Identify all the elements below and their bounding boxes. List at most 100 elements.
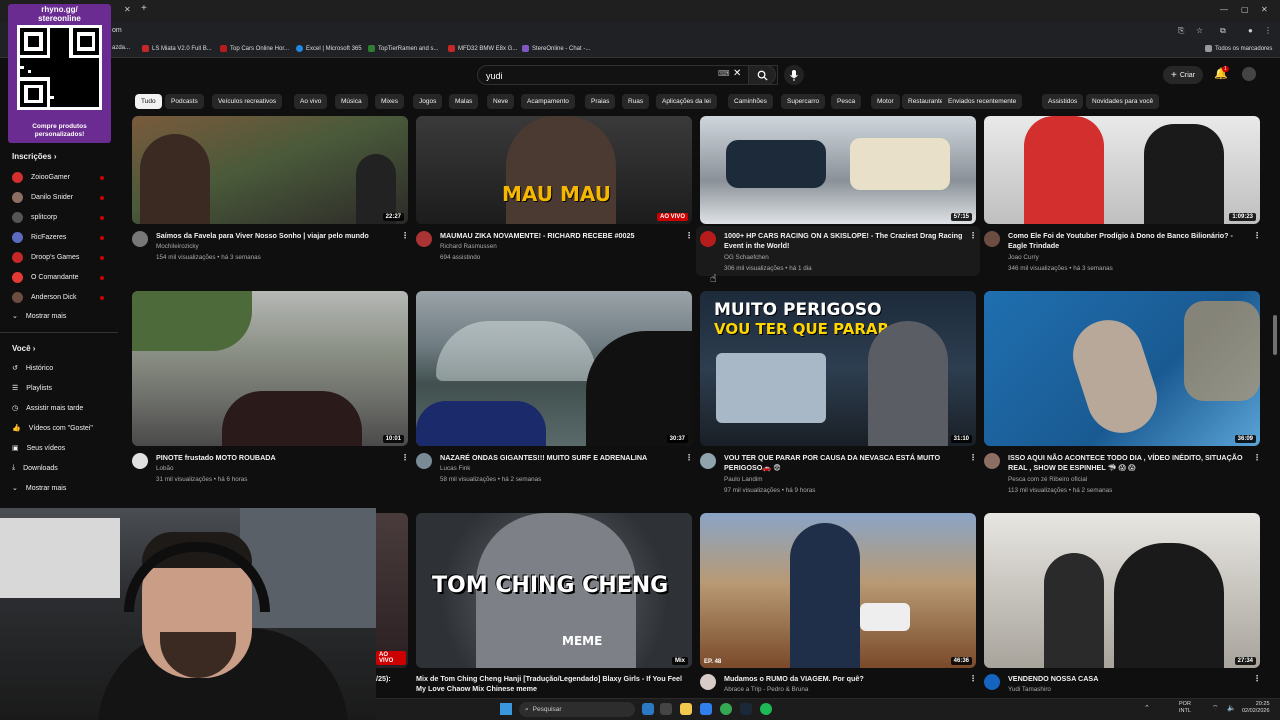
keyboard-icon[interactable]: ⌨ — [718, 69, 730, 78]
chip-12[interactable]: Aplicações da lei — [656, 94, 717, 109]
more-options-icon[interactable]: ⋮ — [1253, 453, 1261, 462]
chip-11[interactable]: Ruas — [622, 94, 650, 109]
chip-19[interactable]: Assistidos — [1042, 94, 1084, 109]
chip-3[interactable]: Ao vivo — [294, 94, 328, 109]
bookmark-item[interactable]: Excel | Microsoft 365 — [296, 45, 362, 52]
close-tab-icon[interactable]: ✕ — [124, 5, 131, 14]
chip-15[interactable]: Pesca — [831, 94, 862, 109]
new-tab-icon[interactable]: + — [141, 3, 147, 14]
you-heading[interactable]: Você › — [12, 344, 35, 353]
video-thumbnail[interactable]: 22:27 — [132, 116, 408, 224]
channel-avatar[interactable] — [416, 231, 432, 247]
video-thumbnail[interactable]: EP. 48 46:36 — [700, 513, 976, 668]
file-explorer-icon[interactable] — [680, 703, 692, 715]
channel-name[interactable]: OG Schaefchen — [724, 254, 769, 261]
video-thumbnail[interactable]: AO VIVO — [376, 513, 408, 668]
sidebar-sub-item[interactable]: Droop's Games — [12, 252, 112, 263]
video-title[interactable]: Mudamos o RUMO da VIAGEM. Por quê? — [724, 674, 964, 684]
video-title[interactable]: VENDENDO NOSSA CASA — [1008, 674, 1248, 684]
taskbar-search-box[interactable]: ⌕ Pesquisar — [519, 702, 635, 717]
sidebar-item-your-videos[interactable]: ▣ Seus vídeos — [12, 444, 112, 453]
channel-avatar[interactable] — [984, 453, 1000, 469]
more-options-icon[interactable]: ⋮ — [969, 453, 977, 462]
channel-avatar[interactable] — [984, 674, 1000, 690]
video-thumbnail[interactable]: 10:01 — [132, 291, 408, 446]
address-bar[interactable]: om — [112, 27, 122, 34]
show-more-subs[interactable]: ⌄ Mostrar mais — [12, 312, 112, 321]
window-close-icon[interactable]: ✕ — [1261, 5, 1268, 14]
extensions-icon[interactable]: ⧉ — [1220, 26, 1226, 36]
create-button[interactable]: + Criar — [1163, 66, 1203, 84]
chip-0[interactable]: Tudo — [135, 94, 162, 109]
clock[interactable]: 20:25 02/02/2026 — [1242, 701, 1270, 715]
maximize-icon[interactable]: ▢ — [1241, 5, 1249, 14]
voice-search-button[interactable] — [784, 65, 804, 85]
channel-name[interactable]: Yudi Tamashiro — [1008, 686, 1051, 693]
page-scrollbar[interactable] — [1273, 315, 1277, 355]
more-options-icon[interactable]: ⋮ — [969, 231, 977, 240]
sidebar-item-history[interactable]: ↺ Histórico — [12, 364, 112, 373]
video-thumbnail[interactable]: 1:09:23 — [984, 116, 1260, 224]
channel-avatar[interactable] — [700, 674, 716, 690]
chip-5[interactable]: Mixes — [375, 94, 404, 109]
channel-avatar[interactable] — [984, 231, 1000, 247]
more-options-icon[interactable]: ⋮ — [969, 674, 977, 683]
chip-20[interactable]: Novidades para você — [1086, 94, 1160, 109]
sidebar-sub-item[interactable]: Danilo Snider — [12, 192, 112, 203]
bookmark-item[interactable]: Top Cars Online Hor... — [220, 45, 289, 52]
video-title[interactable]: Mix de Tom Ching Cheng Hanji [Tradução/L… — [416, 674, 686, 694]
all-bookmarks[interactable]: Todos os marcadores — [1205, 45, 1272, 52]
sidebar-sub-item[interactable]: RicFazeres — [12, 232, 112, 243]
show-more-you[interactable]: ⌄ Mostrar mais — [12, 484, 112, 493]
channel-name[interactable]: Richard Rasmussen — [440, 243, 497, 250]
chip-13[interactable]: Caminhões — [728, 94, 773, 109]
spotify-icon[interactable] — [760, 703, 772, 715]
browser-menu-icon[interactable]: ⋮ — [1264, 26, 1272, 35]
account-avatar[interactable] — [1242, 67, 1256, 81]
windows-start-icon[interactable] — [500, 703, 512, 715]
video-thumbnail[interactable]: TOM CHING CHENG MEME Mix — [416, 513, 692, 668]
install-icon[interactable]: ⎘ — [1178, 26, 1184, 36]
sidebar-sub-item[interactable]: splitcorp — [12, 212, 112, 223]
video-thumbnail[interactable]: MUITO PERIGOSO VOU TER QUE PARAR 31:10 — [700, 291, 976, 446]
channel-name[interactable]: Mochileirozicky — [156, 243, 199, 250]
steam-icon[interactable] — [740, 703, 752, 715]
more-options-icon[interactable]: ⋮ — [1253, 674, 1261, 683]
sidebar-sub-item[interactable]: ZoiooGamer — [12, 172, 112, 183]
bookmark-item[interactable]: LS Miata V2.0 Full B... — [142, 45, 212, 52]
video-thumbnail[interactable]: 27:34 — [984, 513, 1260, 668]
channel-name[interactable]: Joao Curry — [1008, 254, 1039, 261]
channel-name[interactable]: Pesca com zé Ribeiro oficial — [1008, 476, 1087, 483]
bookmark-item[interactable]: azda... — [112, 45, 130, 51]
bookmark-item[interactable]: StereOnline - Chat -... — [522, 45, 590, 52]
minimize-icon[interactable]: — — [1220, 5, 1228, 14]
more-options-icon[interactable]: ⋮ — [685, 453, 693, 462]
video-title[interactable]: MAUMAU ZIKA NOVAMENTE! - RICHARD RECEBE … — [440, 231, 680, 241]
video-title[interactable]: /25): — [376, 674, 406, 684]
search-button[interactable] — [748, 65, 776, 85]
video-title[interactable]: VOU TER QUE PARAR POR CAUSA DA NEVASCA E… — [724, 453, 964, 473]
task-view-icon[interactable] — [642, 703, 654, 715]
chip-2[interactable]: Veículos recreativos — [212, 94, 283, 109]
tray-overflow-icon[interactable]: ⌃ — [1144, 704, 1150, 712]
channel-name[interactable]: Lucas Fink — [440, 465, 470, 472]
wifi-icon[interactable]: ⌔ — [1212, 704, 1219, 713]
channel-name[interactable]: Lobão — [156, 465, 174, 472]
clear-search-icon[interactable]: ✕ — [733, 68, 741, 79]
chip-10[interactable]: Praias — [585, 94, 616, 109]
chip-18[interactable]: Enviados recentemente — [942, 94, 1023, 109]
chip-6[interactable]: Jogos — [413, 94, 443, 109]
video-title[interactable]: NAZARÉ ONDAS GIGANTES!!! MUITO SURF E AD… — [440, 453, 680, 463]
more-options-icon[interactable]: ⋮ — [1253, 231, 1261, 240]
sidebar-item-liked[interactable]: 👍 Vídeos com "Gostei" — [12, 424, 112, 433]
sidebar-sub-item[interactable]: Anderson Dick — [12, 292, 112, 303]
chip-16[interactable]: Motor — [871, 94, 900, 109]
more-options-icon[interactable]: ⋮ — [401, 453, 409, 462]
channel-name[interactable]: Abrace a Trip - Pedro & Bruna — [724, 686, 808, 693]
subscriptions-heading[interactable]: Inscrições › — [12, 152, 56, 161]
sidebar-item-downloads[interactable]: ⤓ Downloads — [12, 464, 112, 472]
video-title[interactable]: Saímos da Favela para Viver Nosso Sonho … — [156, 231, 396, 241]
store-icon[interactable] — [700, 703, 712, 715]
bookmark-star-icon[interactable]: ☆ — [1196, 26, 1203, 35]
video-thumbnail[interactable]: 57:15 — [700, 116, 976, 224]
